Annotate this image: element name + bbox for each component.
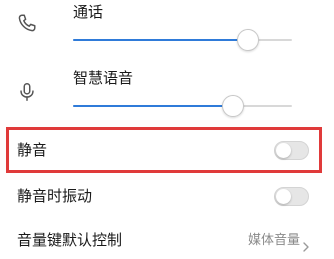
- volume-key-control-label: 音量键默认控制: [17, 231, 123, 249]
- vibrate-on-mute-switch[interactable]: [274, 187, 309, 206]
- volume-key-control-value: 媒体音量: [247, 233, 300, 248]
- vibrate-on-mute-switch-knob: [276, 189, 291, 204]
- volume-key-control-row[interactable]: 音量键默认控制 媒体音量: [0, 224, 334, 259]
- mute-row[interactable]: 静音: [0, 130, 334, 170]
- vibrate-on-mute-row[interactable]: 静音时振动: [0, 176, 334, 216]
- chevron-right-icon: [301, 237, 311, 252]
- voice-assistant-volume-slider[interactable]: [73, 95, 292, 117]
- call-volume-thumb[interactable]: [237, 29, 260, 51]
- call-volume-row: 通话: [0, 0, 334, 62]
- voice-assistant-volume-label: 智慧语音: [73, 69, 134, 87]
- microphone-icon: [16, 81, 38, 103]
- mute-label: 静音: [17, 141, 48, 159]
- sound-settings-screen: 通话 智慧语音 静音 静音时振动 音量键默认控制 媒体音量: [0, 0, 334, 259]
- voice-assistant-volume-row: 智慧语音: [0, 64, 334, 124]
- vibrate-on-mute-label: 静音时振动: [17, 187, 93, 205]
- call-volume-fill: [73, 39, 249, 41]
- call-volume-label: 通话: [73, 3, 104, 21]
- voice-assistant-volume-fill: [73, 105, 233, 107]
- mute-switch[interactable]: [274, 141, 309, 160]
- call-volume-slider[interactable]: [73, 29, 292, 51]
- mute-switch-knob: [276, 143, 291, 158]
- voice-assistant-volume-thumb[interactable]: [221, 95, 244, 117]
- phone-icon: [16, 12, 38, 34]
